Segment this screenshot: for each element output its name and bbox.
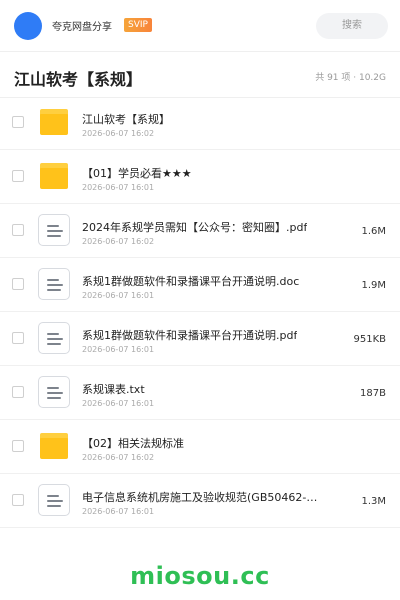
top-bar: 夸克网盘分享 SVIP 搜索 [0,0,400,52]
select-checkbox[interactable] [12,494,24,506]
item-date: 2026-06-07 16:01 [82,345,155,354]
select-checkbox[interactable] [12,332,24,344]
file-list: 江山软考【系规】 2026-06-07 16:02 【01】学员必看★★★ 2026-… [0,96,400,528]
watermark-brand: miosou.cc [130,562,270,590]
item-date: 2026-06-07 16:01 [82,183,155,192]
item-date: 2026-06-07 16:02 [82,129,155,138]
select-checkbox[interactable] [12,386,24,398]
item-name: 江山软考【系规】 [82,113,170,126]
list-item[interactable]: 2024年系规学员需知【公众号：密知圈】.pdf 2026-06-07 16:02… [0,204,400,258]
item-size: 1.6M [361,226,386,237]
avatar[interactable] [14,12,42,40]
item-date: 2026-06-07 16:01 [82,507,155,516]
item-name: 【02】相关法规标准 [82,437,184,450]
list-item[interactable]: 系规课表.txt 2026-06-07 16:01 187B [0,366,400,420]
document-icon [38,322,70,354]
select-checkbox[interactable] [12,170,24,182]
list-item[interactable]: 江山软考【系规】 2026-06-07 16:02 [0,96,400,150]
list-item[interactable]: 电子信息系统机房施工及验收规范(GB50462-2… 2026-06-07 16:… [0,474,400,528]
select-checkbox[interactable] [12,440,24,452]
item-date: 2026-06-07 16:01 [82,399,155,408]
list-item[interactable]: 系规1群做题软件和录播课平台开通说明.doc 2026-06-07 16:01 1.… [0,258,400,312]
list-item[interactable]: 【01】学员必看★★★ 2026-06-07 16:01 [0,150,400,204]
folder-meta: 共 91 项 · 10.2G [315,73,386,83]
share-name: 夸克网盘分享 [52,22,112,33]
item-date: 2026-06-07 16:01 [82,291,155,300]
folder-icon [40,163,68,189]
select-checkbox[interactable] [12,278,24,290]
svip-badge: SVIP [124,18,152,32]
item-name: 系规课表.txt [82,383,145,396]
select-checkbox[interactable] [12,116,24,128]
select-checkbox[interactable] [12,224,24,236]
item-name: 系规1群做题软件和录播课平台开通说明.pdf [82,329,298,342]
page-title: 江山软考【系规】 [14,70,143,89]
document-icon [38,268,70,300]
item-size: 1.3M [361,496,386,507]
item-name: 2024年系规学员需知【公众号：密知圈】.pdf [82,221,308,234]
folder-icon [40,433,68,459]
list-item[interactable]: 系规1群做题软件和录播课平台开通说明.pdf 2026-06-07 16:01 95… [0,312,400,366]
item-size: 1.9M [361,280,386,291]
item-size: 187B [360,388,386,399]
document-icon [38,214,70,246]
item-size: 951KB [353,334,386,345]
folder-icon [40,109,68,135]
item-date: 2026-06-07 16:02 [82,453,155,462]
list-item[interactable]: 【02】相关法规标准 2026-06-07 16:02 [0,420,400,474]
item-name: 电子信息系统机房施工及验收规范(GB50462-2… [82,491,322,504]
item-name: 【01】学员必看★★★ [82,167,192,180]
item-name: 系规1群做题软件和录播课平台开通说明.doc [82,275,300,288]
search-input[interactable]: 搜索 [316,13,388,39]
document-icon [38,376,70,408]
document-icon [38,484,70,516]
item-date: 2026-06-07 16:02 [82,237,155,246]
folder-header: 江山软考【系规】 共 91 项 · 10.2G [0,52,400,98]
